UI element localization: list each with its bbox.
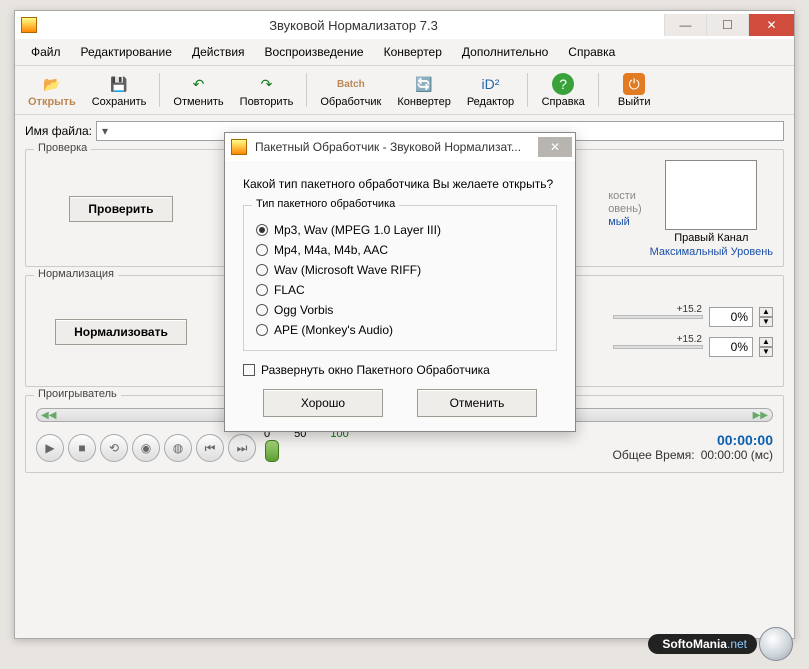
seek-right-icon: ▶▶	[753, 410, 768, 421]
undo-button[interactable]: ↶ Отменить	[166, 70, 230, 110]
menu-additional[interactable]: Дополнительно	[452, 42, 558, 62]
exit-button[interactable]: ⏻ Выйти	[605, 70, 663, 110]
expand-checkbox-row[interactable]: Развернуть окно Пакетного Обработчика	[243, 363, 557, 377]
softomania-badge: SoftoMania.net	[648, 627, 793, 661]
batch-dialog: Пакетный Обработчик - Звуковой Нормализа…	[224, 132, 576, 432]
time-elapsed: 00:00:00	[613, 432, 773, 448]
robot-icon	[759, 627, 793, 661]
gain-spinner-2[interactable]: ▲▼	[759, 337, 773, 357]
dialog-question: Какой тип пакетного обработчика Вы желае…	[243, 177, 557, 191]
toolbar: 📂 Открыть 💾 Сохранить ↶ Отменить ↷ Повто…	[15, 66, 794, 115]
menu-converter[interactable]: Конвертер	[374, 42, 452, 62]
gain-slider[interactable]: +15.2	[613, 315, 703, 319]
separator	[306, 73, 307, 107]
behind-text: кости	[608, 190, 641, 202]
radio-flac[interactable]: FLAC	[256, 280, 544, 300]
record-button[interactable]: ◉	[132, 434, 160, 462]
gain-value-2[interactable]: 0%	[709, 337, 753, 357]
menu-file[interactable]: Файл	[21, 42, 71, 62]
radio-icon	[256, 304, 268, 316]
undo-arrow-icon: ↶	[188, 73, 210, 95]
redo-button[interactable]: ↷ Повторить	[233, 70, 301, 110]
editor-icon: iD²	[480, 73, 502, 95]
titlebar: Звуковой Нормализатор 7.3 — ☐ ✕	[15, 11, 794, 39]
checkbox-icon	[243, 364, 255, 376]
channel-level: Максимальный Уровень	[650, 246, 773, 258]
maximize-button[interactable]: ☐	[706, 14, 748, 36]
help-icon: ?	[552, 73, 574, 95]
dialog-cancel-button[interactable]: Отменить	[417, 389, 537, 417]
gain-slider-2[interactable]: +15.2	[613, 345, 703, 349]
batch-button[interactable]: Batch Обработчик	[313, 70, 388, 110]
player-group-label: Проигрыватель	[34, 388, 121, 400]
normalize-button[interactable]: Нормализовать	[55, 319, 187, 345]
radio-mp3-wav[interactable]: Mp3, Wav (MPEG 1.0 Layer III)	[256, 220, 544, 240]
loop-button[interactable]: ◍	[164, 434, 192, 462]
batch-type-label: Тип пакетного обработчика	[252, 198, 399, 210]
volume-knob[interactable]	[265, 440, 279, 462]
gain-spinner[interactable]: ▲▼	[759, 307, 773, 327]
file-label: Имя файла:	[25, 124, 92, 138]
menubar: Файл Редактирование Действия Воспроизвед…	[15, 39, 794, 66]
radio-wav-riff[interactable]: Wav (Microsoft Wave RIFF)	[256, 260, 544, 280]
next-button[interactable]: ⏭	[228, 434, 256, 462]
radio-icon	[256, 264, 268, 276]
separator	[598, 73, 599, 107]
exit-power-icon: ⏻	[623, 73, 645, 95]
channel-label: Правый Канал	[674, 232, 748, 244]
separator	[159, 73, 160, 107]
help-button[interactable]: ? Справка	[534, 70, 592, 110]
batch-type-group: Тип пакетного обработчика Mp3, Wav (MPEG…	[243, 205, 557, 351]
dialog-ok-button[interactable]: Хорошо	[263, 389, 383, 417]
close-button[interactable]: ✕	[748, 14, 794, 36]
time-display: 00:00:00 Общее Время: 00:00:00 (мс)	[613, 432, 773, 462]
normalize-group-label: Нормализация	[34, 268, 118, 280]
menu-actions[interactable]: Действия	[182, 42, 255, 62]
badge-pill: SoftoMania.net	[648, 634, 757, 654]
radio-mp4-aac[interactable]: Mp4, M4a, M4b, AAC	[256, 240, 544, 260]
redo-arrow-icon: ↷	[256, 73, 278, 95]
save-button[interactable]: 💾 Сохранить	[85, 70, 154, 110]
radio-icon	[256, 324, 268, 336]
radio-icon	[256, 284, 268, 296]
normalize-sliders: +15.2 0% ▲▼ +15.2 0% ▲▼	[613, 307, 773, 357]
radio-ogg[interactable]: Ogg Vorbis	[256, 300, 544, 320]
dialog-titlebar: Пакетный Обработчик - Звуковой Нормализа…	[225, 133, 575, 161]
batch-icon: Batch	[340, 73, 362, 95]
dialog-icon	[231, 139, 247, 155]
converter-icon: 🔄	[413, 73, 435, 95]
stop-button[interactable]: ■	[68, 434, 96, 462]
dialog-title: Пакетный Обработчик - Звуковой Нормализа…	[253, 140, 538, 154]
behind-text: мый	[608, 216, 641, 228]
editor-button[interactable]: iD² Редактор	[460, 70, 521, 110]
menu-playback[interactable]: Воспроизведение	[255, 42, 374, 62]
check-button[interactable]: Проверить	[69, 196, 172, 222]
separator	[527, 73, 528, 107]
minimize-button[interactable]: —	[664, 14, 706, 36]
save-floppy-icon: 💾	[108, 73, 130, 95]
open-button[interactable]: 📂 Открыть	[21, 70, 83, 110]
radio-ape[interactable]: APE (Monkey's Audio)	[256, 320, 544, 340]
share-button[interactable]: ⟲	[100, 434, 128, 462]
radio-icon	[256, 244, 268, 256]
player-controls: ▶ ■ ⟲ ◉ ◍ ⏮ ⏭	[36, 434, 256, 462]
menu-edit[interactable]: Редактирование	[71, 42, 182, 62]
channel-waveform-box	[665, 160, 757, 230]
chevron-down-icon: ▾	[97, 124, 113, 138]
converter-button[interactable]: 🔄 Конвертер	[390, 70, 457, 110]
gain-value[interactable]: 0%	[709, 307, 753, 327]
open-folder-icon: 📂	[41, 73, 63, 95]
behind-text: овень)	[608, 203, 641, 215]
check-group-label: Проверка	[34, 142, 91, 154]
seek-left-icon: ◀◀	[41, 410, 56, 421]
prev-button[interactable]: ⏮	[196, 434, 224, 462]
right-channel-block: Правый Канал Максимальный Уровень	[650, 160, 773, 258]
menu-help[interactable]: Справка	[558, 42, 625, 62]
window-title: Звуковой Нормализатор 7.3	[43, 18, 664, 33]
radio-icon	[256, 224, 268, 236]
app-icon	[21, 17, 37, 33]
dialog-close-button[interactable]: ✕	[538, 137, 572, 157]
play-button[interactable]: ▶	[36, 434, 64, 462]
